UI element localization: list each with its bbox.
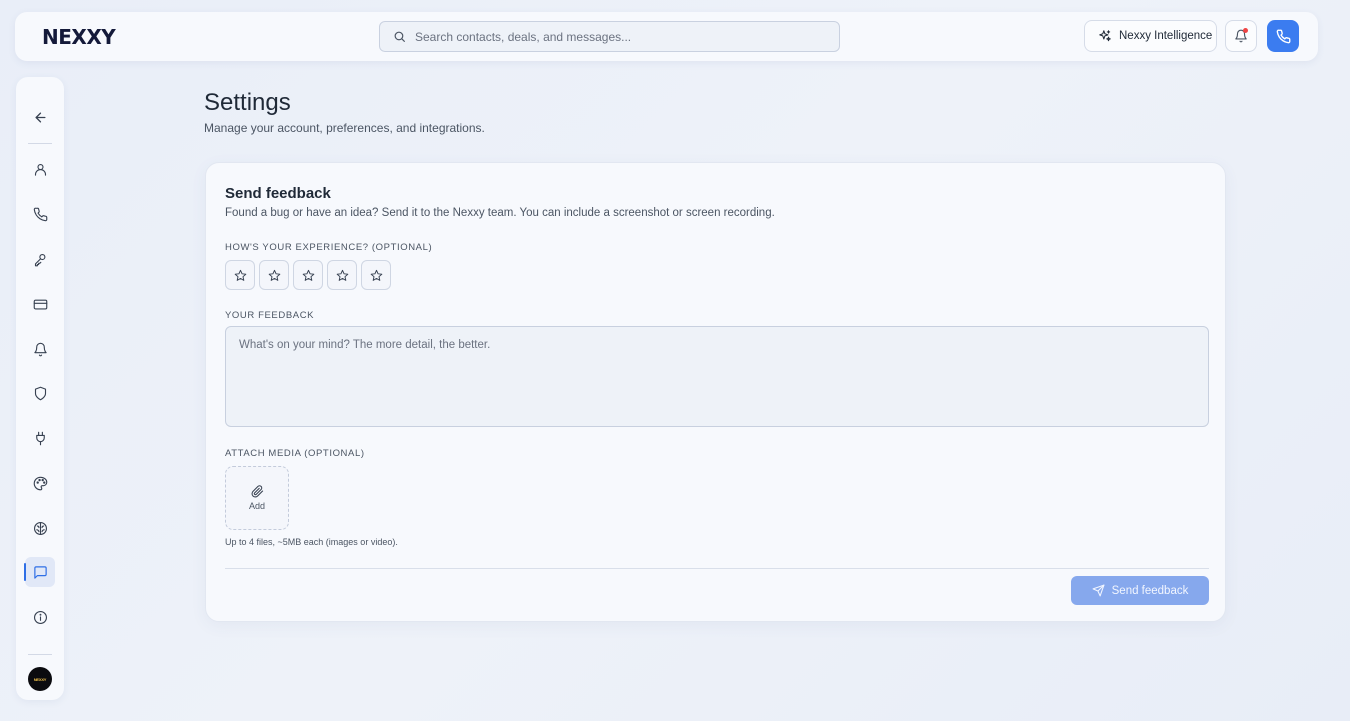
nexxy-intelligence-label: Nexxy Intelligence xyxy=(1119,30,1213,42)
page-title: Settings xyxy=(204,89,291,116)
sidebar-item-appearance[interactable] xyxy=(25,468,55,498)
key-icon xyxy=(33,252,48,267)
settings-sidebar: NEXXY xyxy=(16,77,64,700)
star-icon xyxy=(302,269,315,282)
sidebar-item-security[interactable] xyxy=(25,378,55,408)
send-icon xyxy=(1092,584,1105,597)
notification-dot xyxy=(1243,28,1248,33)
nexxy-intelligence-button[interactable]: Nexxy Intelligence xyxy=(1084,20,1217,52)
search-icon xyxy=(393,30,406,43)
sidebar-item-profile[interactable] xyxy=(25,154,55,184)
phone-icon xyxy=(1276,29,1291,44)
sparkles-icon xyxy=(1098,29,1112,43)
star-icon xyxy=(268,269,281,282)
star-icon xyxy=(370,269,383,282)
star-3-button[interactable] xyxy=(293,260,323,290)
phone-icon xyxy=(33,207,48,222)
sidebar-divider xyxy=(28,143,52,144)
attach-media-label: ATTACH MEDIA (OPTIONAL) xyxy=(225,448,365,459)
sidebar-item-billing[interactable] xyxy=(25,289,55,319)
send-feedback-label: Send feedback xyxy=(1111,584,1189,597)
sidebar-item-ai[interactable] xyxy=(25,513,55,543)
sidebar-item-calling[interactable] xyxy=(25,199,55,229)
sidebar-item-back[interactable] xyxy=(25,102,55,132)
avatar-logo-text: NEXXY xyxy=(33,676,47,682)
bell-icon xyxy=(33,342,48,357)
sidebar-item-notifications[interactable] xyxy=(25,334,55,364)
feedback-description: Found a bug or have an idea? Send it to … xyxy=(225,207,775,219)
sidebar-item-api-keys[interactable] xyxy=(25,244,55,274)
sidebar-item-feedback[interactable] xyxy=(24,557,55,587)
notifications-button[interactable] xyxy=(1225,20,1257,52)
sidebar-item-about[interactable] xyxy=(25,602,55,632)
feedback-text-label: YOUR FEEDBACK xyxy=(225,310,315,321)
page-subtitle: Manage your account, preferences, and in… xyxy=(204,121,485,135)
user-icon xyxy=(33,162,48,177)
star-icon xyxy=(336,269,349,282)
avatar[interactable]: NEXXY xyxy=(28,667,52,691)
feedback-title: Send feedback xyxy=(225,185,331,202)
call-button[interactable] xyxy=(1267,20,1299,52)
active-indicator xyxy=(24,563,26,581)
sidebar-divider xyxy=(28,654,52,655)
attach-media-button[interactable]: Add xyxy=(225,466,289,530)
attach-add-label: Add xyxy=(248,501,265,511)
info-icon xyxy=(33,610,48,625)
search-input[interactable] xyxy=(415,22,830,51)
rating-label: HOW'S YOUR EXPERIENCE? (OPTIONAL) xyxy=(225,242,433,253)
plug-icon xyxy=(33,431,48,446)
star-rating xyxy=(225,260,391,290)
palette-icon xyxy=(33,476,48,491)
attach-hint: Up to 4 files, ~5MB each (images or vide… xyxy=(225,537,398,547)
star-4-button[interactable] xyxy=(327,260,357,290)
top-bar: NEXXY Nexxy Intelligence xyxy=(15,12,1318,61)
feedback-textarea[interactable] xyxy=(225,326,1209,427)
star-5-button[interactable] xyxy=(361,260,391,290)
paperclip-icon xyxy=(251,485,264,498)
arrow-left-icon xyxy=(33,110,48,125)
credit-card-icon xyxy=(33,297,48,312)
sidebar-item-integrations[interactable] xyxy=(25,423,55,453)
brain-icon xyxy=(33,521,48,536)
search-bar[interactable] xyxy=(379,21,840,52)
card-divider xyxy=(225,568,1209,569)
send-feedback-button[interactable]: Send feedback xyxy=(1071,576,1209,605)
message-square-icon xyxy=(33,565,48,580)
star-icon xyxy=(234,269,247,282)
nexxy-logo[interactable]: NEXXY xyxy=(42,25,116,49)
star-1-button[interactable] xyxy=(225,260,255,290)
feedback-card: Send feedback Found a bug or have an ide… xyxy=(205,162,1226,622)
shield-icon xyxy=(33,386,48,401)
star-2-button[interactable] xyxy=(259,260,289,290)
